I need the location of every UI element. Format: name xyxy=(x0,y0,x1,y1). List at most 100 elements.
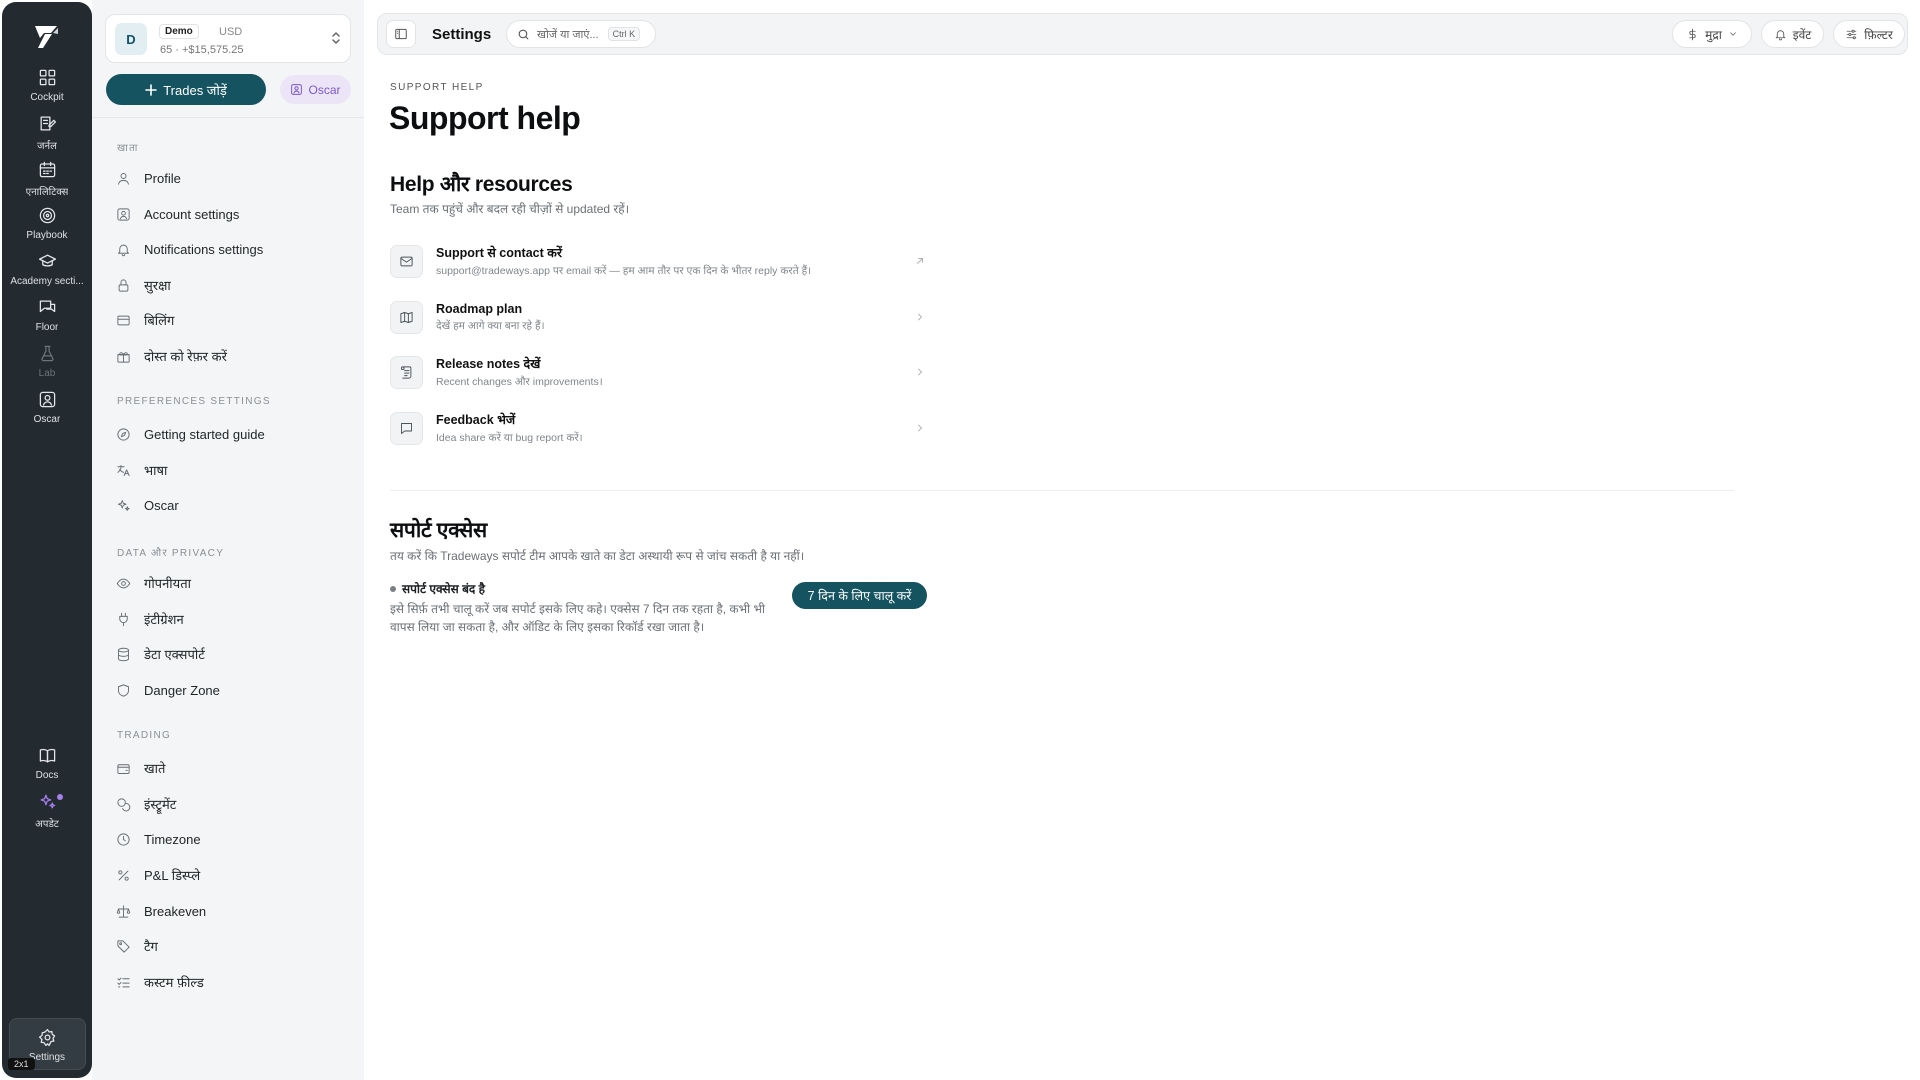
notification-dot xyxy=(57,794,63,800)
account-avatar: D xyxy=(115,23,147,55)
sidebar-item-timezone[interactable]: Timezone xyxy=(116,826,356,852)
resource-icon xyxy=(390,411,423,445)
sidebar-item-label: खाते xyxy=(144,761,166,776)
support-access-subtitle: तय करें कि Tradeways सपोर्ट टीम आपके खात… xyxy=(390,549,805,563)
rail-item-floor[interactable]: Floor xyxy=(2,298,92,348)
help-section-subtitle: Team तक पहुंचें और बदल रही चीज़ों से upd… xyxy=(390,202,630,216)
lock-icon xyxy=(118,278,129,292)
oscar-button[interactable]: Oscar xyxy=(280,75,351,104)
events-label: इवेंट xyxy=(1792,27,1812,42)
filter-button[interactable]: फ़िल्टर xyxy=(1833,20,1905,48)
currency-dropdown[interactable]: मुद्रा xyxy=(1672,20,1752,48)
search-input[interactable]: खोजें या जाएं... Ctrl K xyxy=(506,20,656,48)
resource-description: Recent changes और improvements। xyxy=(436,376,603,388)
account-switcher[interactable]: D Demo USD 65 · +$15,575.25 xyxy=(105,14,351,63)
resource-description: support@tradeways.app पर email करें — हम… xyxy=(436,265,812,277)
rail-label: जर्नल xyxy=(37,141,57,152)
sidebar-item-danger-zone[interactable]: Danger Zone xyxy=(116,677,356,703)
gear-icon xyxy=(38,1028,55,1047)
sidebar-item-label: दोस्त को रेफ़र करें xyxy=(144,349,227,364)
sidebar-item-tags[interactable]: टैग xyxy=(116,933,356,959)
rail-item-oscar[interactable]: Oscar xyxy=(2,390,92,440)
app-rail: Cockpit जर्नल एनालिटिक्स Playbook Academ… xyxy=(2,2,92,1078)
user-icon xyxy=(118,172,129,185)
sidebar-item-label: कस्टम फ़ील्ड xyxy=(144,975,204,990)
resource-feedback[interactable]: Feedback भेजें Idea share करें या bug re… xyxy=(390,406,926,450)
rail-item-playbook[interactable]: Playbook xyxy=(2,206,92,256)
chevron-right-icon xyxy=(918,424,922,432)
plus-icon xyxy=(145,83,158,96)
sidebar-item-pnl-display[interactable]: P&L डिस्प्ले xyxy=(116,862,356,888)
eye-icon xyxy=(116,578,131,588)
sidebar-item-instruments[interactable]: इंस्ट्रूमेंट xyxy=(116,791,356,817)
sidebar-item-refer[interactable]: दोस्त को रेफ़र करें xyxy=(116,343,356,369)
rail-item-lab[interactable]: Lab xyxy=(2,344,92,394)
events-button[interactable]: इवेंट xyxy=(1761,20,1824,48)
chevron-up-down-icon xyxy=(332,32,340,44)
support-access-title: सपोर्ट एक्सेस xyxy=(390,519,487,542)
sidebar-item-oscar[interactable]: Oscar xyxy=(116,492,356,518)
flask-icon xyxy=(40,345,54,362)
graduation-cap-icon xyxy=(38,254,56,267)
rail-item-cockpit[interactable]: Cockpit xyxy=(2,68,92,118)
resource-release-notes[interactable]: Release notes देखें Recent changes और im… xyxy=(390,350,926,394)
app-logo-icon[interactable] xyxy=(31,20,63,52)
chat-icon xyxy=(39,300,55,313)
sidebar-item-integrations[interactable]: इंटीग्रेशन xyxy=(116,606,356,632)
sidebar-item-label: Breakeven xyxy=(144,903,207,919)
resource-roadmap[interactable]: Roadmap plan देखें हम आगे क्या बना रहे ह… xyxy=(390,295,926,339)
section-divider xyxy=(390,490,1734,491)
sidebar-item-label: Account settings xyxy=(144,206,240,222)
rail-item-docs[interactable]: Docs xyxy=(2,746,92,796)
map-icon xyxy=(400,311,413,323)
rail-label: एनालिटिक्स xyxy=(25,187,69,198)
credit-card-icon xyxy=(117,315,130,325)
resource-description: Idea share करें या bug report करें। xyxy=(436,432,583,444)
calendar-icon xyxy=(39,161,55,178)
top-bar: Settings खोजें या जाएं... Ctrl K मुद्रा … xyxy=(377,13,1908,55)
sidebar-item-custom-fields[interactable]: कस्टम फ़ील्ड xyxy=(116,969,356,995)
sidebar-item-label: Getting started guide xyxy=(144,426,265,442)
resource-contact-support[interactable]: Support से contact करें support@tradeway… xyxy=(390,239,926,283)
chevron-right-icon xyxy=(918,313,922,321)
rail-item-journal[interactable]: जर्नल xyxy=(2,114,92,164)
shield-icon xyxy=(118,683,129,697)
database-icon xyxy=(118,647,129,661)
rail-item-analytics[interactable]: एनालिटिक्स xyxy=(2,160,92,210)
sidebar-section-data-privacy: Data और privacy xyxy=(117,548,225,559)
enable-support-access-button[interactable]: 7 दिन के लिए चालू करें xyxy=(792,582,927,609)
account-currency: USD xyxy=(219,26,243,38)
sidebar-item-accounts[interactable]: खाते xyxy=(116,755,356,781)
debug-badge: 2x1 xyxy=(8,1058,35,1070)
search-shortcut: Ctrl K xyxy=(607,27,641,41)
sidebar-item-security[interactable]: सुरक्षा xyxy=(116,272,356,298)
sidebar-toggle-icon xyxy=(395,28,407,40)
sidebar-item-getting-started[interactable]: Getting started guide xyxy=(116,421,356,447)
sidebar-item-label: डेटा एक्सपोर्ट xyxy=(144,647,205,662)
sidebar-item-breakeven[interactable]: Breakeven xyxy=(116,898,356,924)
sidebar-item-label: गोपनीयता xyxy=(144,576,191,591)
sparkle-icon xyxy=(118,499,130,511)
page-title: Support help xyxy=(389,100,581,136)
support-access-description: इसे सिर्फ़ तभी चालू करें जब सपोर्ट इसके … xyxy=(390,602,766,634)
rail-label: Floor xyxy=(35,322,59,333)
sidebar-item-billing[interactable]: बिलिंग xyxy=(116,307,356,333)
sidebar-item-notifications[interactable]: Notifications settings xyxy=(116,236,356,262)
status-dot xyxy=(390,585,396,592)
sidebar-item-data-export[interactable]: डेटा एक्सपोर्ट xyxy=(116,641,356,667)
target-icon xyxy=(39,207,55,224)
resource-title: Release notes देखें xyxy=(436,357,541,371)
sidebar-section-trading: Trading xyxy=(117,730,172,741)
sidebar-toggle-button[interactable] xyxy=(386,20,416,48)
sidebar-item-profile[interactable]: Profile xyxy=(116,165,356,191)
sidebar-item-language[interactable]: भाषा xyxy=(116,457,356,483)
compass-icon xyxy=(117,427,130,441)
add-trades-button[interactable]: Trades जोड़ें xyxy=(106,74,266,105)
rail-item-settings[interactable]: Settings xyxy=(2,1028,92,1078)
rail-item-academy[interactable]: Academy secti... xyxy=(2,252,92,302)
sidebar-item-privacy[interactable]: गोपनीयता xyxy=(116,570,356,596)
sidebar-item-account-settings[interactable]: Account settings xyxy=(116,201,356,227)
sidebar-section-account: खाता xyxy=(117,143,139,154)
rail-item-updates[interactable]: अपडेट xyxy=(2,792,92,842)
sidebar-divider xyxy=(92,117,364,118)
